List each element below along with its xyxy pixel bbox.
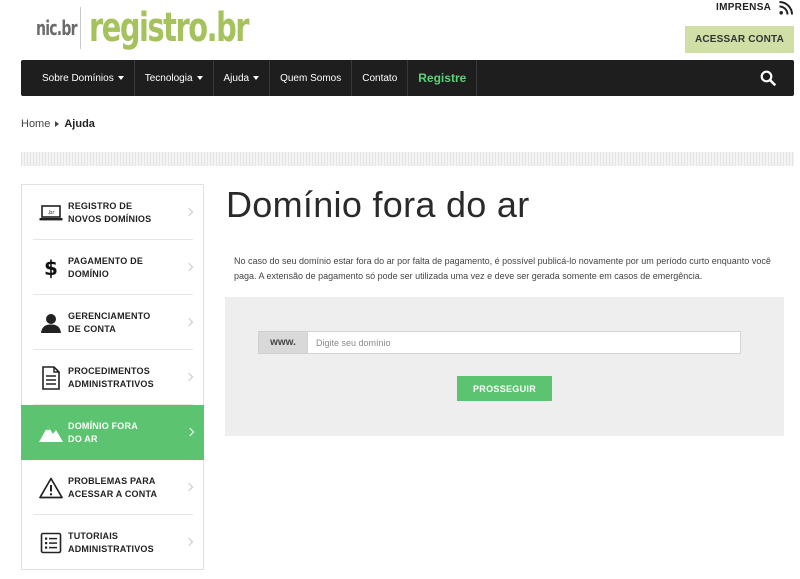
- sidebar-label-line2: ACESSAR A CONTA: [68, 488, 158, 499]
- nav-contato[interactable]: Contato: [352, 60, 409, 96]
- www-prefix: www.: [258, 331, 307, 354]
- nav-label: Sobre Domínios: [42, 72, 114, 84]
- sidebar-label-line2: NOVOS DOMÍNIOS: [68, 213, 152, 224]
- domain-input-group: www.: [258, 331, 741, 354]
- nav-label: Contato: [362, 72, 398, 84]
- sidebar-label-line2: DE CONTA: [68, 323, 116, 334]
- sidebar-item-registro[interactable]: .br REGISTRO DE NOVOS DOMÍNIOS: [22, 185, 203, 240]
- search-icon[interactable]: [760, 70, 776, 86]
- imprensa-link[interactable]: IMPRENSA: [716, 2, 771, 13]
- caret-down-icon: [117, 76, 124, 80]
- sidebar-label-line2: ADMINISTRATIVOS: [68, 543, 154, 554]
- caret-down-icon: [196, 76, 203, 80]
- rss-icon[interactable]: [779, 1, 793, 15]
- chevron-right-icon: [185, 427, 195, 436]
- svg-text:$: $: [44, 257, 58, 279]
- nav-label: Quem Somos: [280, 72, 342, 84]
- sidebar-label-line1: TUTORIAIS: [68, 530, 119, 541]
- landscape-icon: [38, 421, 64, 445]
- sidebar-item-pagamento[interactable]: $ PAGAMENTO DE DOMÍNIO: [22, 240, 203, 295]
- nav-quem-somos[interactable]: Quem Somos: [270, 60, 353, 96]
- breadcrumb-home[interactable]: Home: [21, 118, 50, 130]
- breadcrumb-current: Ajuda: [64, 118, 95, 130]
- nav-label: Tecnologia: [144, 72, 193, 84]
- acessar-conta-button[interactable]: ACESSAR CONTA: [685, 26, 794, 53]
- sidebar-label-line2: DOMÍNIO: [68, 268, 109, 279]
- chevron-right-icon: [184, 537, 194, 546]
- nav-sobre-dominios[interactable]: Sobre Domínios: [21, 60, 135, 96]
- site-logo[interactable]: nic.br registro.br: [36, 5, 310, 51]
- domain-input[interactable]: [307, 331, 741, 354]
- sidebar-label-line1: PAGAMENTO DE: [68, 255, 144, 266]
- breadcrumb-arrow-icon: [55, 121, 60, 127]
- sidebar-label-line1: REGISTRO DE: [68, 200, 133, 211]
- sidebar-label-line1: GERENCIAMENTO: [68, 310, 151, 321]
- nav-registre[interactable]: Registre: [408, 60, 478, 96]
- chevron-right-icon: [184, 262, 194, 271]
- sidebar-item-gerenciamento[interactable]: GERENCIAMENTO DE CONTA: [22, 295, 203, 350]
- main-navbar: Sobre Domínios Tecnologia Ajuda Quem Som…: [21, 60, 794, 96]
- nav-tecnologia[interactable]: Tecnologia: [135, 60, 214, 96]
- svg-text:.br: .br: [48, 210, 56, 216]
- sidebar-label-line1: PROBLEMAS PARA: [68, 475, 156, 486]
- sidebar-label-line2: DO AR: [68, 433, 98, 444]
- prosseguir-button[interactable]: PROSSEGUIR: [457, 376, 552, 401]
- chevron-right-icon: [184, 207, 194, 216]
- nav-label: Ajuda: [223, 72, 250, 84]
- sidebar-label-line2: ADMINISTRATIVOS: [68, 378, 154, 389]
- nav-ajuda[interactable]: Ajuda: [214, 60, 271, 96]
- nav-label: Registre: [418, 71, 467, 85]
- caret-down-icon: [253, 76, 260, 80]
- page-title: Domínio fora do ar: [226, 184, 530, 225]
- user-icon: [38, 311, 64, 335]
- list-icon: [38, 531, 64, 555]
- sidebar-item-procedimentos[interactable]: PROCEDIMENTOS ADMINISTRATIVOS: [22, 350, 203, 405]
- sidebar-item-tutoriais[interactable]: TUTORIAIS ADMINISTRATIVOS: [22, 515, 203, 570]
- document-icon: [38, 365, 64, 390]
- sidebar-label-line1: DOMÍNIO FORA: [68, 420, 138, 431]
- page-description: No caso do seu domínio estar fora do ar …: [234, 256, 771, 281]
- dollar-icon: $: [38, 256, 64, 280]
- domain-form-panel: www. PROSSEGUIR: [225, 297, 784, 436]
- sidebar-item-dominio-fora-do-ar[interactable]: DOMÍNIO FORA DO AR: [21, 405, 204, 460]
- logo-divider: [80, 7, 81, 49]
- warning-icon: [38, 476, 64, 500]
- help-sidebar: .br REGISTRO DE NOVOS DOMÍNIOS $ PAGAMENT…: [21, 184, 204, 570]
- sidebar-label-line1: PROCEDIMENTOS: [68, 365, 150, 376]
- chevron-right-icon: [184, 372, 194, 381]
- laptop-icon: .br: [38, 201, 64, 225]
- chevron-right-icon: [184, 317, 194, 326]
- sidebar-item-problemas[interactable]: PROBLEMAS PARA ACESSAR A CONTA: [22, 460, 203, 515]
- breadcrumb: Home Ajuda: [21, 118, 95, 130]
- chevron-right-icon: [184, 482, 194, 491]
- section-divider: [21, 152, 794, 166]
- logo-nic-text: nic.br: [36, 16, 78, 40]
- logo-registro-text: registro.br: [89, 5, 249, 51]
